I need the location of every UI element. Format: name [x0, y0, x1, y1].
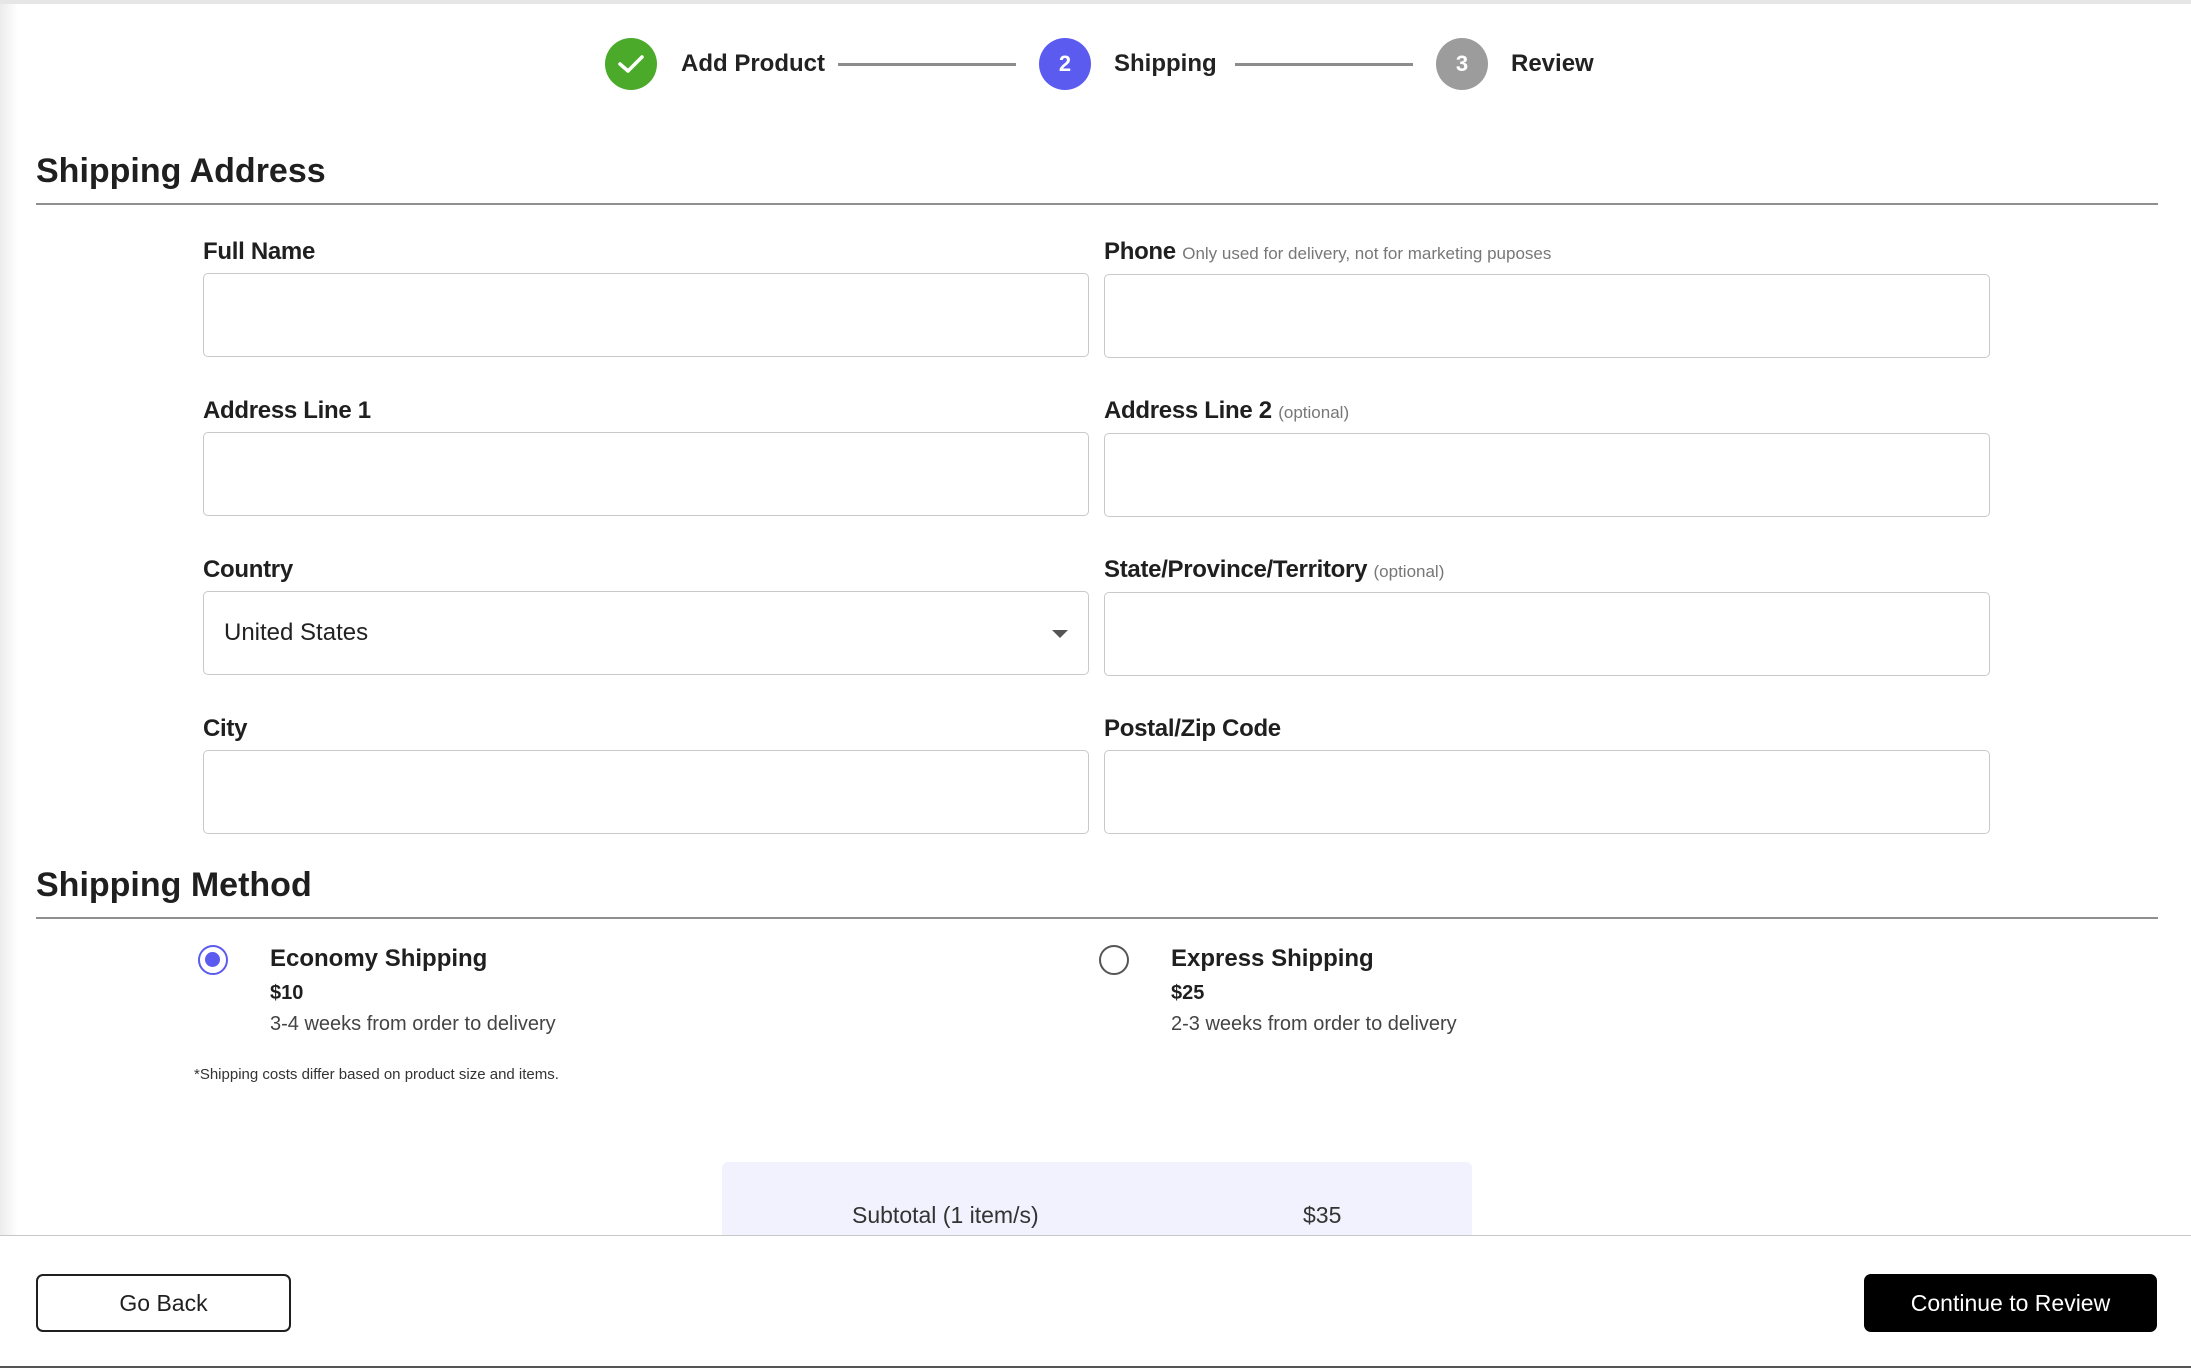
full-name-label: Full Name — [203, 238, 315, 265]
chevron-down-icon — [1052, 630, 1068, 638]
phone-input[interactable] — [1104, 274, 1990, 358]
address-line-1-label: Address Line 1 — [203, 397, 371, 424]
city-label: City — [203, 715, 248, 742]
economy-shipping-desc: 3-4 weeks from order to delivery — [270, 1013, 556, 1035]
phone-hint: Only used for delivery, not for marketin… — [1182, 244, 1552, 263]
section-divider — [36, 203, 2158, 205]
step-3-number: 3 — [1436, 38, 1488, 90]
postal-code-label: Postal/Zip Code — [1104, 715, 1281, 742]
continue-to-review-button[interactable]: Continue to Review — [1864, 1274, 2157, 1332]
shipping-cost-note: *Shipping costs differ based on product … — [194, 1066, 559, 1083]
economy-shipping-price: $10 — [270, 982, 304, 1004]
shipping-address-title: Shipping Address — [36, 152, 326, 190]
express-shipping-desc: 2-3 weeks from order to delivery — [1171, 1013, 1457, 1035]
go-back-button[interactable]: Go Back — [36, 1274, 291, 1332]
express-shipping-price: $25 — [1171, 982, 1205, 1004]
check-icon — [618, 55, 644, 73]
step-2-label: Shipping — [1114, 50, 1217, 77]
economy-shipping-radio[interactable] — [198, 945, 228, 975]
country-selected-value: United States — [224, 619, 369, 646]
state-input[interactable] — [1104, 592, 1990, 676]
address-line-2-label: Address Line 2 (optional) — [1104, 397, 1350, 424]
subtotal-value: $35 — [1303, 1202, 1342, 1228]
address-line-1-input[interactable] — [203, 432, 1089, 516]
shipping-method-title: Shipping Method — [36, 866, 312, 904]
step-connector-1 — [838, 63, 1016, 66]
left-edge-shadow — [0, 0, 18, 1368]
state-label: State/Province/Territory (optional) — [1104, 556, 1445, 583]
step-connector-2 — [1235, 63, 1413, 66]
express-shipping-name: Express Shipping — [1171, 945, 1374, 972]
footer-bar: Go Back Continue to Review — [0, 1235, 2191, 1368]
section-divider — [36, 917, 2158, 919]
postal-code-input[interactable] — [1104, 750, 1990, 834]
state-hint: (optional) — [1373, 562, 1445, 581]
checkout-page: Add Product 2 Shipping 3 Review Shipping… — [0, 0, 2191, 1368]
address-line-2-hint: (optional) — [1278, 403, 1350, 422]
economy-shipping-name: Economy Shipping — [270, 945, 488, 972]
top-border — [0, 0, 2191, 4]
full-name-input[interactable] — [203, 273, 1089, 357]
subtotal-label: Subtotal (1 item/s) — [852, 1202, 1039, 1228]
step-2-number: 2 — [1039, 38, 1091, 90]
country-select[interactable]: United States — [203, 591, 1089, 675]
step-3-label: Review — [1511, 50, 1594, 77]
express-shipping-radio[interactable] — [1099, 945, 1129, 975]
step-1-check-icon — [605, 38, 657, 90]
country-label: Country — [203, 556, 293, 583]
order-summary: Subtotal (1 item/s) $35 — [722, 1162, 1472, 1236]
progress-stepper: Add Product 2 Shipping 3 Review — [0, 38, 2191, 90]
step-1-label: Add Product — [681, 50, 825, 77]
phone-label: Phone Only used for delivery, not for ma… — [1104, 238, 1552, 265]
city-input[interactable] — [203, 750, 1089, 834]
address-line-2-input[interactable] — [1104, 433, 1990, 517]
